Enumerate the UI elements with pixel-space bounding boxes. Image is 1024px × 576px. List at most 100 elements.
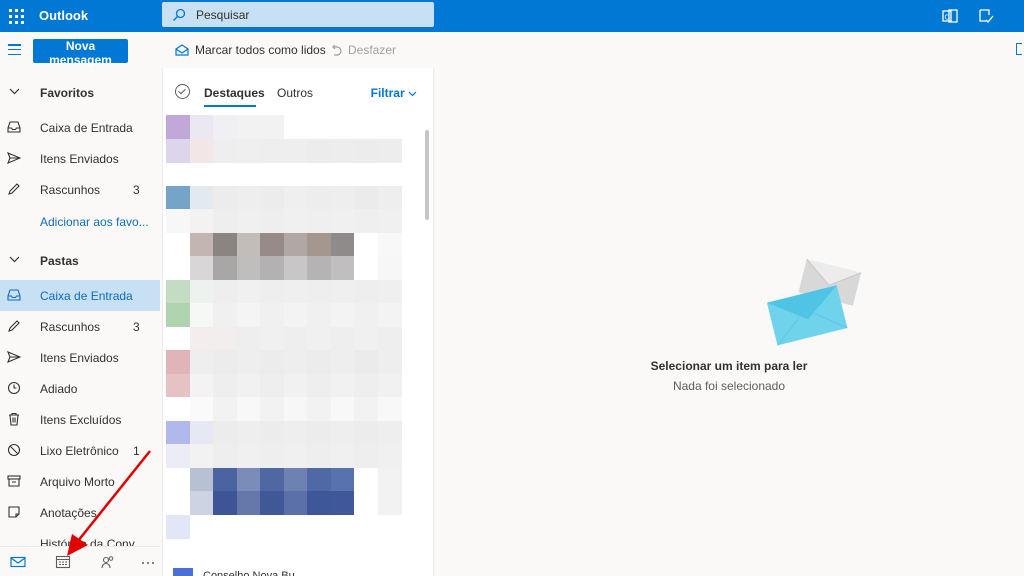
favorite-item-drafts[interactable]: Rascunhos 3 xyxy=(0,174,160,205)
folders-header[interactable]: Pastas xyxy=(0,245,160,276)
filter-button[interactable]: Filtrar xyxy=(371,86,417,100)
app-launcher-icon[interactable] xyxy=(6,6,26,26)
folder-item-sent[interactable]: Itens Enviados xyxy=(0,342,160,373)
folder-item-junk[interactable]: Lixo Eletrônico 1 xyxy=(0,435,160,466)
redacted-pixel xyxy=(354,209,378,233)
command-bar: Nova mensagem Marcar todos como lidos De… xyxy=(0,32,1024,68)
send-icon xyxy=(7,151,21,165)
redacted-pixel xyxy=(213,326,237,351)
add-to-favorites-link[interactable]: Adicionar aos favo... xyxy=(40,215,149,229)
more-icon[interactable] xyxy=(140,555,156,569)
folder-item-conversation-history[interactable]: Histórico da Conv... xyxy=(0,528,160,546)
mark-all-read-button[interactable]: Marcar todos como lidos xyxy=(175,43,326,57)
redacted-pixel xyxy=(213,350,237,374)
redacted-pixel xyxy=(330,279,355,304)
mark-all-read-label: Marcar todos como lidos xyxy=(195,43,326,57)
redacted-pixel xyxy=(260,256,284,280)
reading-pane-toggle-icon[interactable] xyxy=(1016,43,1022,55)
redacted-pixel xyxy=(283,444,308,468)
redacted-pixel xyxy=(260,185,284,210)
redacted-pixel xyxy=(330,326,355,351)
redacted-pixel xyxy=(260,397,284,421)
message-list-scrollbar[interactable] xyxy=(425,130,429,220)
tab-other[interactable]: Outros xyxy=(277,86,313,100)
redacted-pixel xyxy=(236,373,261,398)
redacted-pixel xyxy=(307,209,331,233)
redacted-pixel xyxy=(377,444,402,468)
redacted-pixel xyxy=(307,373,331,398)
unread-count: 1 xyxy=(133,444,140,458)
tab-focused[interactable]: Destaques xyxy=(204,86,265,107)
peek-sender: Conselho Nova Bu... xyxy=(203,570,304,576)
redacted-pixel xyxy=(354,326,378,351)
search-input[interactable] xyxy=(196,6,426,23)
unread-count: 3 xyxy=(133,183,140,197)
redacted-pixel xyxy=(213,373,237,398)
new-message-button[interactable]: Nova mensagem xyxy=(33,39,128,67)
empty-state-title: Selecionar um item para ler xyxy=(650,359,808,373)
select-all-checkbox[interactable] xyxy=(175,84,190,99)
favorite-item-inbox[interactable]: Caixa de Entrada xyxy=(0,112,160,143)
redacted-pixel xyxy=(166,232,190,257)
redacted-pixel xyxy=(330,232,355,257)
search-box[interactable] xyxy=(162,2,434,27)
redacted-pixel xyxy=(377,467,402,492)
trash-icon xyxy=(9,412,19,426)
folder-item-drafts[interactable]: Rascunhos 3 xyxy=(0,311,160,342)
redacted-pixel xyxy=(283,209,308,233)
redacted-pixel xyxy=(166,514,190,539)
redacted-pixel xyxy=(166,256,190,280)
redacted-pixel xyxy=(213,397,237,421)
redacted-pixel xyxy=(236,420,261,445)
undo-button[interactable]: Desfazer xyxy=(330,43,396,57)
redacted-pixel xyxy=(283,279,308,304)
redacted-pixel xyxy=(260,115,284,139)
redacted-pixel xyxy=(166,491,190,515)
redacted-pixel xyxy=(236,467,261,492)
redacted-pixel xyxy=(166,326,190,351)
redacted-pixel xyxy=(330,397,355,421)
favorite-item-sent[interactable]: Itens Enviados xyxy=(0,143,160,174)
redacted-pixel xyxy=(354,279,378,304)
app-brand[interactable]: Outlook xyxy=(39,8,88,23)
people-icon[interactable] xyxy=(100,555,116,569)
redacted-pixel xyxy=(330,256,355,280)
redacted-pixel xyxy=(283,420,308,445)
redacted-pixel xyxy=(377,397,402,421)
redacted-pixel xyxy=(166,467,190,492)
redacted-pixel xyxy=(283,397,308,421)
folder-item-notes[interactable]: Anotações xyxy=(0,497,160,528)
redacted-pixel xyxy=(307,444,331,468)
redacted-pixel xyxy=(213,491,237,515)
folder-item-inbox[interactable]: Caixa de Entrada xyxy=(0,280,160,311)
redacted-pixel xyxy=(330,350,355,374)
folder-item-snoozed[interactable]: Adiado xyxy=(0,373,160,404)
redacted-pixel xyxy=(213,232,237,257)
clock-icon xyxy=(7,381,21,395)
office-apps-icon[interactable]: O xyxy=(942,8,958,24)
redacted-pixel xyxy=(213,185,237,210)
redacted-pixel xyxy=(330,467,355,492)
mail-icon[interactable] xyxy=(10,555,26,569)
hamburger-menu-icon[interactable] xyxy=(8,44,21,55)
note-icon xyxy=(8,506,20,518)
redacted-pixel xyxy=(166,185,190,210)
favorites-header[interactable]: Favoritos xyxy=(0,77,160,108)
redacted-pixel xyxy=(354,256,378,280)
redacted-pixel xyxy=(166,444,190,468)
redacted-pixel xyxy=(213,138,237,163)
redacted-pixel xyxy=(377,491,402,515)
folder-item-deleted[interactable]: Itens Excluídos xyxy=(0,404,160,435)
folder-item-archive[interactable]: Arquivo Morto xyxy=(0,466,160,497)
inbox-icon xyxy=(7,121,21,133)
redacted-pixel xyxy=(166,397,190,421)
calendar-icon[interactable] xyxy=(55,555,71,569)
redacted-pixel xyxy=(283,138,308,163)
redacted-pixel xyxy=(189,397,214,421)
redacted-pixel xyxy=(354,232,378,257)
redacted-pixel xyxy=(377,420,402,445)
redacted-pixel xyxy=(189,326,214,351)
redacted-pixel xyxy=(236,256,261,280)
todo-icon[interactable] xyxy=(978,8,994,24)
redacted-pixel xyxy=(236,444,261,468)
